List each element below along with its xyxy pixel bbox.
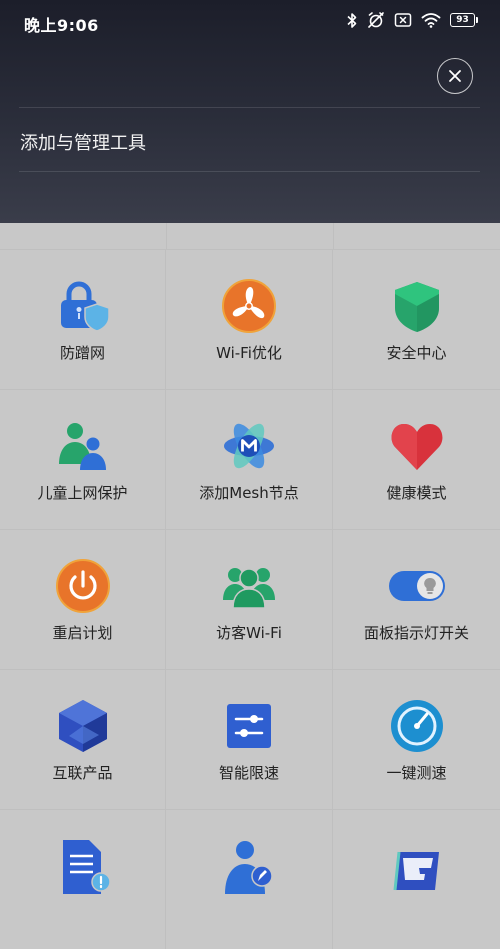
status-bar: 晚上9:06 93 xyxy=(0,0,500,44)
tool-game-boost[interactable] xyxy=(333,809,500,949)
bluetooth-icon xyxy=(347,12,357,28)
tool-label: 添加Mesh节点 xyxy=(199,484,299,502)
tool-label: 防蹭网 xyxy=(59,344,105,362)
tool-panel-light-toggle[interactable]: 面板指示灯开关 xyxy=(333,529,500,669)
tool-label: 智能限速 xyxy=(218,764,279,782)
divider-bottom xyxy=(19,171,480,172)
header-panel: 晚上9:06 93 添加与管理工具 xyxy=(0,0,500,223)
alarm-off-icon xyxy=(368,12,384,28)
page-title: 添加与管理工具 xyxy=(20,133,146,154)
tool-user-manage[interactable] xyxy=(166,809,333,949)
user-edit-icon xyxy=(221,838,277,894)
tool-wifi-optimize[interactable]: Wi-Fi优化 xyxy=(166,249,333,389)
battery-level: 93 xyxy=(450,13,475,27)
close-button[interactable] xyxy=(437,58,473,94)
tool-connected-products[interactable]: 互联产品 xyxy=(0,669,166,809)
tool-label: 安全中心 xyxy=(386,344,447,362)
tool-label: 健康模式 xyxy=(386,484,447,502)
heart-icon xyxy=(389,418,445,474)
divider-top xyxy=(19,107,480,108)
status-icons: 93 xyxy=(346,11,478,29)
cube-icon xyxy=(55,698,111,754)
close-icon xyxy=(449,70,461,82)
battery-icon: 93 xyxy=(450,13,478,27)
sim-off-icon xyxy=(394,13,412,27)
wifi-icon xyxy=(421,13,441,28)
tool-add-mesh[interactable]: 添加Mesh节点 xyxy=(166,389,333,529)
tool-anti-freeload[interactable]: 防蹭网 xyxy=(0,249,166,389)
tool-security-center[interactable]: 安全中心 xyxy=(333,249,500,389)
tool-speed-test[interactable]: 一键测速 xyxy=(333,669,500,809)
tool-smart-speed-limit[interactable]: 智能限速 xyxy=(166,669,333,809)
guest-icon xyxy=(221,558,277,614)
tool-health-mode[interactable]: 健康模式 xyxy=(333,389,500,529)
tool-label: 儿童上网保护 xyxy=(37,484,128,502)
security-shield-icon xyxy=(389,278,445,334)
tool-guest-wifi[interactable]: 访客Wi-Fi xyxy=(166,529,333,669)
tools-grid: 防蹭网 Wi-Fi优化 安全中心 儿童上网保护 添加Mesh节点 健康模式 重启… xyxy=(0,249,500,949)
fan-icon xyxy=(221,278,277,334)
child-protection-icon xyxy=(55,418,111,474)
tool-label: 访客Wi-Fi xyxy=(216,624,282,642)
mesh-node-icon xyxy=(221,418,277,474)
light-toggle-icon xyxy=(388,558,445,614)
tool-reboot-schedule[interactable]: 重启计划 xyxy=(0,529,166,669)
tool-label: 互联产品 xyxy=(52,764,113,782)
tool-child-protection[interactable]: 儿童上网保护 xyxy=(0,389,166,529)
game-boost-icon xyxy=(389,838,445,894)
speed-limit-icon xyxy=(221,698,277,754)
lock-shield-icon xyxy=(55,278,111,334)
tool-label: 重启计划 xyxy=(52,624,113,642)
tool-label: 面板指示灯开关 xyxy=(363,624,469,642)
tool-label: Wi-Fi优化 xyxy=(216,344,282,362)
tool-report[interactable] xyxy=(0,809,166,949)
power-icon xyxy=(55,558,111,614)
status-time: 晚上9:06 xyxy=(24,16,99,35)
tool-label: 一键测速 xyxy=(386,764,447,782)
document-icon xyxy=(55,838,111,894)
speedometer-icon xyxy=(389,698,445,754)
